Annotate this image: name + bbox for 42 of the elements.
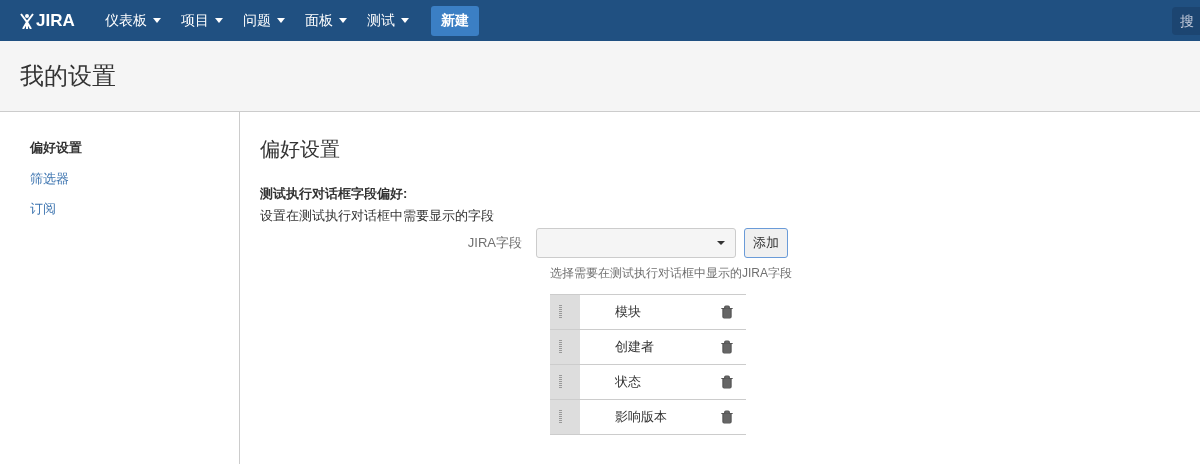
- sidebar-item[interactable]: 偏好设置: [30, 138, 239, 158]
- drag-handle[interactable]: [550, 365, 580, 399]
- preference-title: 测试执行对话框字段偏好:: [260, 185, 409, 203]
- jira-logo[interactable]: JIRA: [20, 7, 75, 34]
- search-field[interactable]: 搜: [1172, 6, 1200, 35]
- field-name: 创建者: [615, 338, 655, 357]
- nav-menu[interactable]: 仪表板: [94, 0, 171, 41]
- preference-description: 设置在测试执行对话框中需要显示的字段: [260, 206, 495, 225]
- field-select[interactable]: [536, 228, 736, 258]
- sidebar-item[interactable]: 订阅: [30, 199, 239, 219]
- field-label: JIRA字段: [466, 234, 523, 253]
- page-title: 我的设置: [20, 61, 116, 91]
- caret-icon: [276, 18, 285, 23]
- nav-menu[interactable]: 面板: [294, 0, 357, 41]
- caret-icon: [400, 18, 409, 23]
- drag-handle[interactable]: [550, 330, 580, 364]
- sidebar-item[interactable]: 筛选器: [30, 168, 239, 188]
- nav-menu[interactable]: 测试: [356, 0, 419, 41]
- drag-handle[interactable]: [550, 295, 580, 329]
- field-name: 影响版本: [615, 408, 668, 427]
- caret-icon: [717, 241, 725, 245]
- nav-menu[interactable]: 问题: [232, 0, 295, 41]
- delete-icon[interactable]: [720, 375, 734, 389]
- delete-icon[interactable]: [720, 410, 734, 424]
- field-name: 状态: [615, 373, 642, 392]
- logo-icon: [20, 12, 34, 29]
- caret-icon: [152, 18, 161, 23]
- caret-icon: [338, 18, 347, 23]
- create-button[interactable]: 新建: [430, 5, 479, 36]
- help-text: 选择需要在测试执行对话框中显示的JIRA字段: [550, 265, 793, 282]
- grip-icon: [559, 340, 562, 354]
- drag-handle[interactable]: [550, 400, 580, 434]
- delete-icon[interactable]: [720, 340, 734, 354]
- grip-icon: [559, 305, 562, 319]
- delete-icon[interactable]: [720, 305, 734, 319]
- add-button[interactable]: 添加: [744, 228, 788, 258]
- nav-menu[interactable]: 项目: [170, 0, 233, 41]
- grip-icon: [559, 410, 562, 424]
- section-heading: 偏好设置: [260, 137, 341, 162]
- caret-icon: [214, 18, 223, 23]
- field-name: 模块: [615, 303, 642, 322]
- grip-icon: [559, 375, 562, 389]
